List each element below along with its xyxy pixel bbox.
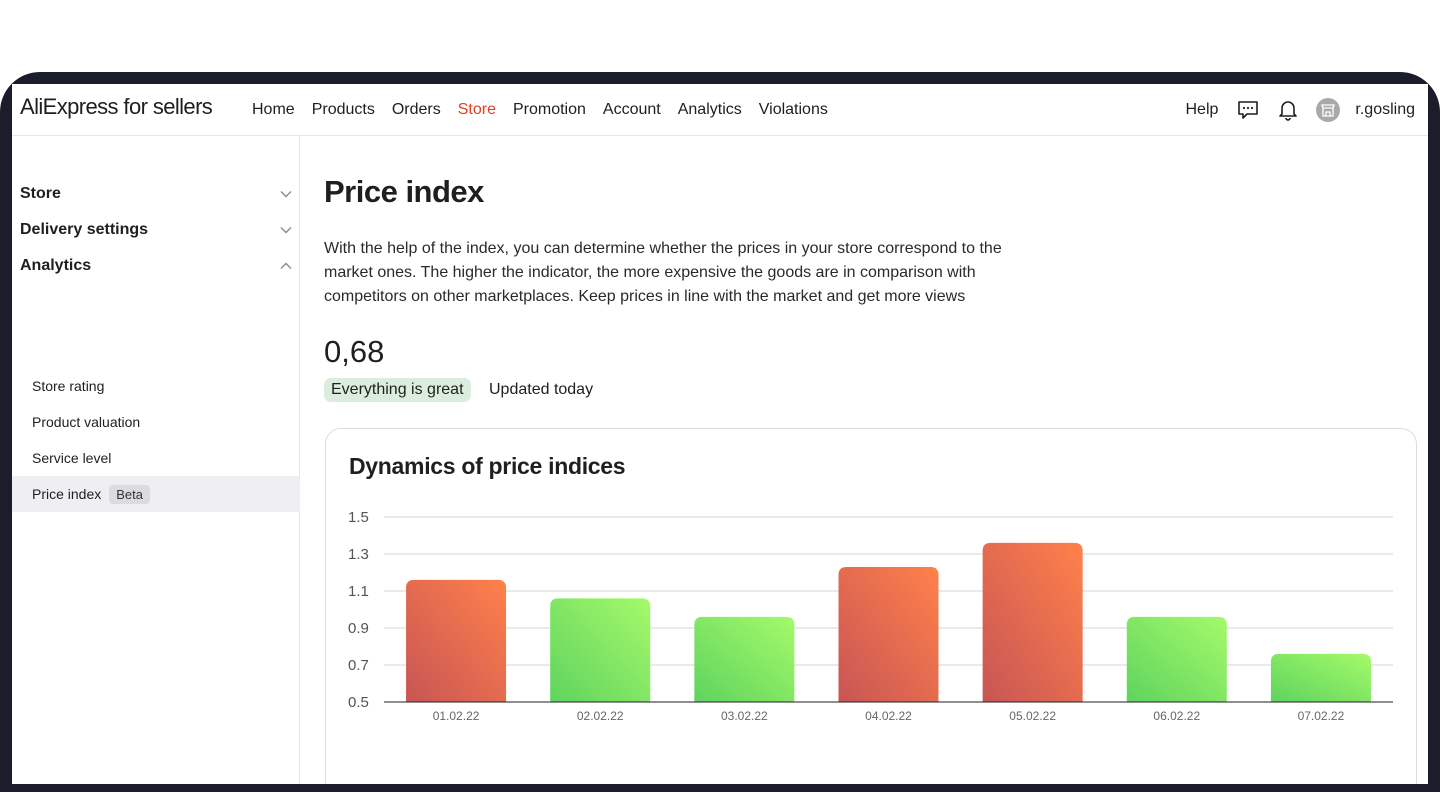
help-link[interactable]: Help: [1186, 101, 1219, 119]
sidebar-item-service-level[interactable]: Service level: [12, 440, 300, 476]
chart-title: Dynamics of price indices: [349, 453, 626, 479]
chart-card: Dynamics of price indices 1.5 1.3 1.1 0.9 0.…: [325, 428, 1417, 784]
y-tick-label: 1.3: [348, 546, 369, 563]
nav-promotion[interactable]: Promotion: [513, 101, 586, 119]
nav-violations[interactable]: Violations: [759, 101, 828, 119]
top-navigation-bar: AliExpress for sellers Home Products Ord…: [12, 84, 1428, 136]
sidebar-item-product-valuation[interactable]: Product valuation: [12, 404, 300, 440]
beta-badge: Beta: [109, 484, 151, 504]
sidebar-section-label: Store: [20, 185, 61, 202]
sidebar-section-delivery-settings[interactable]: Delivery settings: [20, 218, 292, 242]
y-tick-label: 0.7: [348, 657, 369, 674]
main-content: Price index With the help of the index, …: [324, 136, 1428, 784]
user-name[interactable]: r.gosling: [1355, 101, 1415, 119]
chart-bar[interactable]: [550, 598, 651, 702]
nav-store[interactable]: Store: [458, 101, 496, 119]
sidebar-item-price-index[interactable]: Price index Beta: [12, 476, 300, 512]
chart-bar[interactable]: [982, 542, 1083, 702]
y-tick-label: 0.5: [348, 694, 369, 711]
store-avatar-icon[interactable]: [1316, 98, 1341, 122]
y-tick-label: 0.9: [348, 620, 369, 637]
x-tick-label: 04.02.22: [865, 709, 912, 723]
app-screen: AliExpress for sellers Home Products Ord…: [12, 84, 1428, 784]
x-tick-label: 05.02.22: [1009, 709, 1056, 723]
sidebar-section-analytics[interactable]: Analytics: [20, 254, 292, 278]
sidebar-item-store-rating[interactable]: Store rating: [12, 368, 300, 404]
message-icon[interactable]: [1236, 98, 1260, 122]
page-description: With the help of the index, you can dete…: [324, 240, 1002, 305]
nav-products[interactable]: Products: [312, 101, 375, 119]
sidebar-section-label: Analytics: [20, 257, 92, 274]
nav-orders[interactable]: Orders: [392, 101, 441, 119]
nav-home[interactable]: Home: [252, 101, 295, 119]
x-tick-label: 02.02.22: [577, 709, 624, 723]
x-tick-label: 06.02.22: [1153, 709, 1200, 723]
page-title: Price index: [324, 174, 484, 209]
sidebar-item-label: Price index: [32, 486, 102, 502]
chart-bar[interactable]: [694, 616, 795, 702]
nav-analytics[interactable]: Analytics: [678, 101, 742, 119]
logo[interactable]: AliExpress for sellers: [20, 94, 213, 120]
sidebar-item-label: Store rating: [32, 378, 105, 394]
chevron-down-icon: [280, 191, 292, 198]
sidebar-item-label: Product valuation: [32, 414, 141, 430]
y-tick-label: 1.1: [348, 583, 369, 600]
main-nav: Home Products Orders Store Promotion Acc…: [252, 84, 845, 136]
sidebar-section-label: Delivery settings: [20, 221, 149, 238]
bell-icon[interactable]: [1276, 98, 1300, 122]
header-actions: Help r.gosling: [1186, 84, 1415, 136]
chart-bar[interactable]: [1126, 616, 1227, 702]
status-badge: Everything is great: [324, 378, 471, 402]
chart-bar[interactable]: [838, 566, 939, 702]
sidebar-section-store[interactable]: Store: [20, 182, 292, 206]
chevron-up-icon: [280, 262, 292, 269]
x-tick-label: 03.02.22: [721, 709, 768, 723]
price-index-chart: 1.5 1.3 1.1 0.9 0.7 0.5 01.02.22 02.02.22 03.02.…: [348, 509, 1393, 723]
chart-bar[interactable]: [1270, 653, 1371, 702]
x-tick-label: 07.02.22: [1298, 709, 1345, 723]
y-tick-label: 1.5: [348, 509, 369, 526]
price-index-value: 0,68: [324, 334, 385, 369]
sidebar-item-label: Service level: [32, 450, 112, 466]
updated-label: Updated today: [489, 381, 594, 398]
nav-account[interactable]: Account: [603, 101, 661, 119]
sidebar: Store Delivery settings Analytics Store …: [12, 136, 300, 784]
chart-bar[interactable]: [406, 579, 507, 702]
x-tick-label: 01.02.22: [433, 709, 480, 723]
chevron-down-icon: [280, 227, 292, 234]
